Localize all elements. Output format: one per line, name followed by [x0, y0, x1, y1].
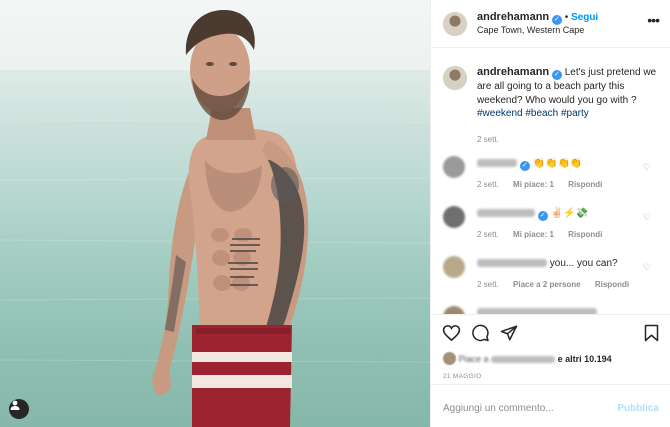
- commenter-avatar[interactable]: [443, 256, 465, 278]
- verified-badge-icon: ✓: [519, 161, 530, 171]
- comment-emoji: ✌🏻⚡💸: [550, 208, 588, 219]
- likes-prefix: Piace a: [458, 354, 489, 364]
- comment-age: 2 sett.: [477, 230, 499, 239]
- comment-reply-button[interactable]: Rispondi: [595, 280, 629, 289]
- liker-avatar: [443, 352, 456, 365]
- verified-badge-icon: ✓: [537, 211, 548, 221]
- more-options-icon[interactable]: •••: [647, 12, 660, 28]
- commenter-avatar[interactable]: [443, 306, 465, 314]
- post-actions: Piace a e altri 10.194 21 MAGGIO: [431, 314, 670, 384]
- comment-input[interactable]: Aggiungi un commento...: [443, 403, 554, 414]
- comment-age: 2 sett.: [477, 180, 499, 189]
- comments-list[interactable]: andrehamann ✓ Let's just pretend we are …: [431, 48, 670, 314]
- user-tag-button[interactable]: [9, 399, 29, 419]
- caption-username[interactable]: andrehamann: [477, 66, 549, 78]
- add-comment-bar: Aggiungi un commento... Pubblica: [431, 384, 670, 427]
- comment-body: ✓ 👏👏👏👏: [477, 158, 582, 171]
- verified-badge-icon: ✓: [551, 70, 562, 80]
- comment-likes[interactable]: Mi piace: 1: [513, 180, 554, 189]
- author-avatar[interactable]: [443, 12, 467, 36]
- comment-like-heart-icon[interactable]: ♡: [643, 262, 651, 273]
- likes-count[interactable]: e altri 10.194: [558, 354, 612, 364]
- author-username[interactable]: andrehamann: [477, 11, 549, 23]
- hashtag-weekend[interactable]: #weekend: [477, 108, 523, 119]
- post-photo[interactable]: [0, 0, 430, 427]
- follow-button[interactable]: Segui: [571, 12, 598, 23]
- bookmark-icon[interactable]: [644, 324, 659, 342]
- post-side-panel: andrehamann ✓ • Segui Cape Town, Western…: [430, 0, 670, 427]
- share-icon[interactable]: [500, 324, 518, 342]
- comment-reply-button[interactable]: Rispondi: [568, 180, 602, 189]
- post-caption: andrehamann ✓ Let's just pretend we are …: [477, 66, 657, 146]
- caption-avatar[interactable]: [443, 66, 467, 90]
- user-tag-icon: [10, 400, 20, 410]
- comment-likes[interactable]: Mi piace: 1: [513, 230, 554, 239]
- liker-username-blurred[interactable]: [491, 356, 556, 363]
- comment-like-heart-icon[interactable]: ♡: [643, 162, 651, 173]
- publish-button[interactable]: Pubblica: [617, 403, 659, 414]
- hashtag-beach[interactable]: #beach: [525, 108, 558, 119]
- heart-icon[interactable]: [442, 324, 461, 342]
- post-location[interactable]: Cape Town, Western Cape: [477, 25, 584, 35]
- comment-meta: 2 sett. Piace a 2 persone Rispondi: [477, 280, 629, 289]
- photo-illustration: [0, 0, 430, 427]
- post-header: andrehamann ✓ • Segui Cape Town, Western…: [431, 0, 670, 48]
- commenter-username-blurred[interactable]: [477, 159, 517, 167]
- commenter-avatar[interactable]: [443, 206, 465, 228]
- commenter-avatar[interactable]: [443, 156, 465, 178]
- comment-text: you... you can?: [549, 258, 618, 269]
- likes-summary[interactable]: Piace a e altri 10.194: [443, 352, 612, 365]
- comment-like-heart-icon[interactable]: ♡: [643, 212, 651, 223]
- post-date: 21 MAGGIO: [443, 373, 482, 380]
- commenter-username-blurred[interactable]: [477, 209, 535, 217]
- comment-body: you... you can?: [477, 258, 618, 269]
- comment-likes[interactable]: Piace a 2 persone: [513, 280, 581, 289]
- comment-reply-button[interactable]: Rispondi: [568, 230, 602, 239]
- author-line: andrehamann ✓ • Segui: [477, 11, 598, 25]
- caption-age: 2 sett.: [477, 134, 499, 144]
- comment-body: ✓ ✌🏻⚡💸: [477, 208, 588, 221]
- comment-meta: 2 sett. Mi piace: 1 Rispondi: [477, 180, 602, 189]
- comment-emoji: 👏👏👏👏: [532, 158, 583, 169]
- comment-meta: 2 sett. Mi piace: 1 Rispondi: [477, 230, 602, 239]
- comment-age: 2 sett.: [477, 280, 499, 289]
- commenter-username-blurred[interactable]: [477, 259, 547, 267]
- comment-icon[interactable]: [471, 324, 490, 342]
- hashtag-party[interactable]: #party: [561, 108, 589, 119]
- verified-badge-icon: ✓: [551, 15, 562, 25]
